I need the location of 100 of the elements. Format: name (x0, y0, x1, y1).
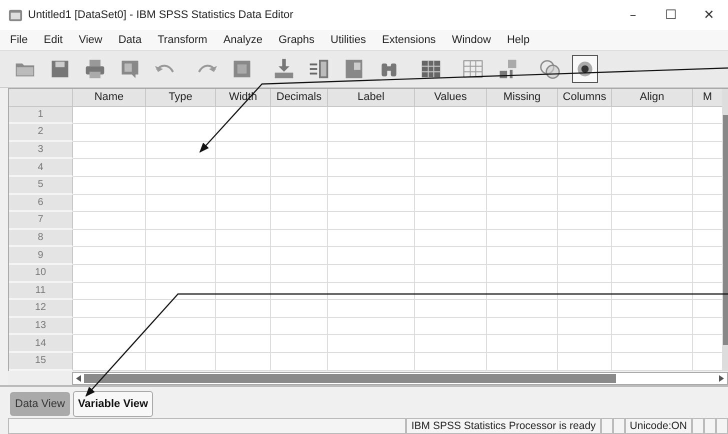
table-cell[interactable] (612, 212, 693, 230)
toolbar-button[interactable] (572, 55, 598, 83)
menu-item[interactable]: Transform (150, 34, 216, 46)
table-cell[interactable] (693, 230, 722, 248)
table-cell[interactable] (487, 230, 558, 248)
table-cell[interactable] (487, 247, 558, 265)
menu-item[interactable]: Window (444, 34, 500, 46)
table-cell[interactable] (328, 264, 415, 283)
table-cell[interactable] (216, 264, 271, 283)
table-cell[interactable] (612, 124, 693, 142)
row-header[interactable]: 8 (9, 230, 73, 248)
table-cell[interactable] (612, 230, 693, 248)
row-header[interactable]: 11 (9, 282, 73, 300)
scroll-right-icon[interactable] (719, 374, 724, 382)
table-cell[interactable] (146, 318, 216, 336)
table-cell[interactable] (271, 335, 328, 353)
table-cell[interactable] (216, 176, 271, 195)
table-cell[interactable] (612, 352, 693, 370)
table-cell[interactable] (558, 124, 612, 142)
table-cell[interactable] (612, 194, 693, 212)
horizontal-scrollbar[interactable] (72, 372, 728, 384)
table-cell[interactable] (73, 318, 146, 336)
table-cell[interactable] (415, 335, 487, 353)
table-cell[interactable] (271, 176, 328, 195)
table-cell[interactable] (487, 300, 558, 318)
table-cell[interactable] (558, 352, 612, 370)
table-cell[interactable] (271, 300, 328, 318)
table-cell[interactable] (216, 318, 271, 336)
table-cell[interactable] (73, 352, 146, 370)
table-cell[interactable] (328, 300, 415, 318)
table-cell[interactable] (328, 318, 415, 336)
table-cell[interactable] (693, 212, 722, 230)
table-cell[interactable] (612, 247, 693, 265)
table-cell[interactable] (271, 159, 328, 177)
table-cell[interactable] (612, 106, 693, 124)
table-cell[interactable] (73, 264, 146, 283)
table-cell[interactable] (146, 159, 216, 177)
table-cell[interactable] (271, 230, 328, 248)
column-header[interactable]: Decimals (271, 89, 328, 107)
table-cell[interactable] (146, 300, 216, 318)
view-tab[interactable]: Variable View (72, 391, 154, 417)
table-cell[interactable] (487, 159, 558, 177)
table-cell[interactable] (328, 176, 415, 195)
row-header[interactable]: 14 (9, 335, 73, 353)
column-header[interactable]: Missing (487, 89, 558, 107)
table-cell[interactable] (693, 264, 722, 283)
table-cell[interactable] (487, 335, 558, 353)
table-cell[interactable] (558, 300, 612, 318)
table-cell[interactable] (487, 176, 558, 195)
table-cell[interactable] (271, 124, 328, 142)
table-cell[interactable] (216, 300, 271, 318)
table-cell[interactable] (693, 194, 722, 212)
table-cell[interactable] (328, 230, 415, 248)
table-cell[interactable] (415, 159, 487, 177)
table-cell[interactable] (558, 106, 612, 124)
table-cell[interactable] (693, 124, 722, 142)
table-cell[interactable] (612, 142, 693, 160)
table-cell[interactable] (146, 106, 216, 124)
table-cell[interactable] (73, 335, 146, 353)
table-cell[interactable] (271, 106, 328, 124)
table-cell[interactable] (271, 212, 328, 230)
column-header[interactable]: Name (73, 89, 146, 107)
column-header[interactable]: Columns (558, 89, 612, 107)
table-cell[interactable] (73, 212, 146, 230)
table-cell[interactable] (216, 106, 271, 124)
table-cell[interactable] (693, 335, 722, 353)
table-cell[interactable] (487, 264, 558, 283)
table-cell[interactable] (216, 352, 271, 370)
column-header[interactable]: M (693, 89, 722, 107)
table-cell[interactable] (146, 194, 216, 212)
table-cell[interactable] (73, 194, 146, 212)
menu-item[interactable]: File (3, 34, 37, 46)
table-cell[interactable] (558, 247, 612, 265)
table-cell[interactable] (216, 194, 271, 212)
table-cell[interactable] (415, 212, 487, 230)
table-cell[interactable] (271, 194, 328, 212)
table-cell[interactable] (328, 335, 415, 353)
table-cell[interactable] (612, 300, 693, 318)
table-cell[interactable] (73, 159, 146, 177)
menu-item[interactable]: Utilities (324, 34, 375, 46)
table-cell[interactable] (146, 176, 216, 195)
row-header[interactable]: 15 (9, 352, 73, 370)
table-cell[interactable] (612, 335, 693, 353)
table-cell[interactable] (146, 124, 216, 142)
row-header[interactable]: 4 (9, 159, 73, 177)
table-cell[interactable] (328, 124, 415, 142)
table-cell[interactable] (415, 247, 487, 265)
table-cell[interactable] (146, 230, 216, 248)
table-cell[interactable] (146, 352, 216, 370)
menu-item[interactable]: Extensions (375, 34, 445, 46)
table-cell[interactable] (612, 176, 693, 195)
table-cell[interactable] (146, 142, 216, 160)
table-cell[interactable] (415, 124, 487, 142)
table-cell[interactable] (693, 142, 722, 160)
table-cell[interactable] (216, 335, 271, 353)
table-cell[interactable] (415, 106, 487, 124)
table-cell[interactable] (558, 230, 612, 248)
table-cell[interactable] (328, 106, 415, 124)
table-cell[interactable] (487, 212, 558, 230)
table-cell[interactable] (558, 212, 612, 230)
